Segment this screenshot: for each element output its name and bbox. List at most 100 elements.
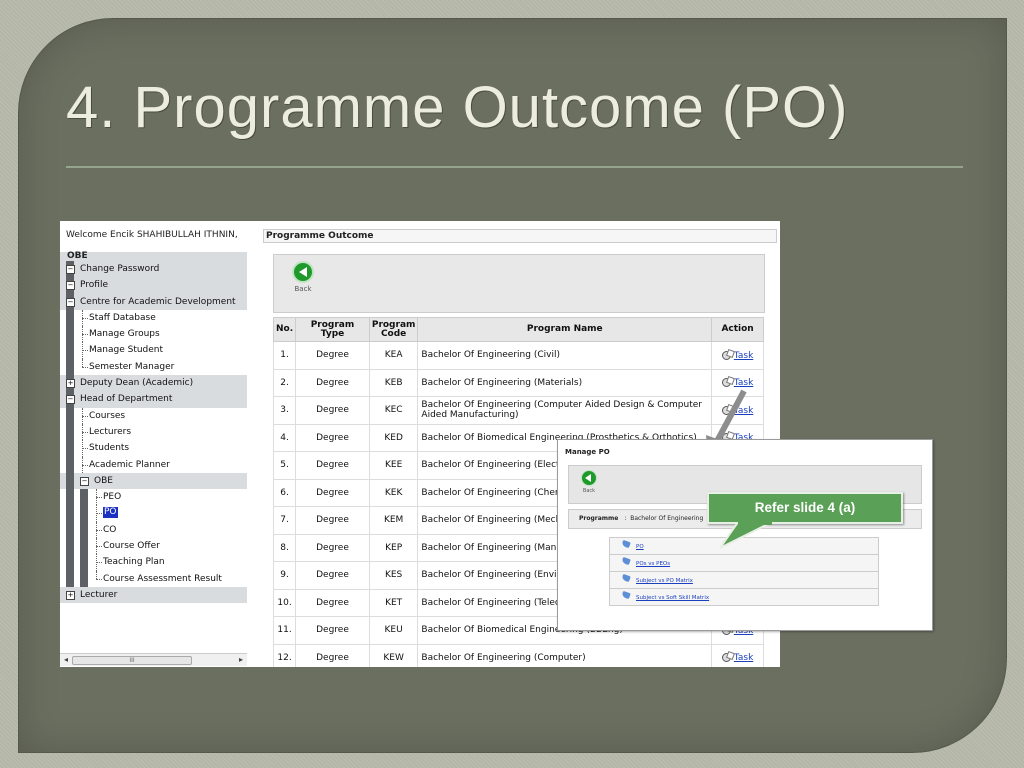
tree-co[interactable]: CO bbox=[60, 521, 247, 539]
scroll-right-icon[interactable]: ▸ bbox=[235, 654, 247, 666]
cell-code: KEW bbox=[368, 643, 419, 667]
task-link[interactable]: Task bbox=[734, 351, 753, 361]
horizontal-scrollbar[interactable]: ◂ III ▸ bbox=[60, 653, 247, 666]
cell-no: 7. bbox=[272, 506, 297, 535]
sidebar: Welcome Encik SHAHIBULLAH ITHNIN, OBE − C… bbox=[60, 221, 248, 667]
tree-courses[interactable]: Courses bbox=[60, 407, 247, 424]
tree-item-label: Teaching Plan bbox=[103, 557, 165, 568]
tree-lecturer[interactable]: + Lecturer bbox=[60, 586, 247, 604]
tree-head-of-department[interactable]: − Head of Department bbox=[60, 391, 247, 408]
cell-type: Degree bbox=[295, 561, 370, 590]
tree-obe[interactable]: − OBE bbox=[60, 472, 247, 490]
tree-gutter bbox=[66, 309, 74, 327]
cell-action: Task bbox=[711, 643, 764, 667]
tree-deputy-dean[interactable]: + Deputy Dean (Academic) bbox=[60, 375, 247, 392]
tree-course-offer[interactable]: Course Offer bbox=[60, 538, 247, 555]
tree-collapse-icon[interactable]: − bbox=[66, 395, 75, 405]
tree-teaching-plan[interactable]: Teaching Plan bbox=[60, 554, 247, 571]
task-icon[interactable] bbox=[721, 350, 732, 360]
cell-code: KEB bbox=[368, 368, 419, 397]
tree-item-label: Course Offer bbox=[103, 541, 160, 552]
link-subject-vs-po-matrix[interactable]: Subject vs PO Matrix bbox=[636, 578, 693, 584]
cell-name: Bachelor Of Engineering (Computer Aided … bbox=[417, 396, 713, 425]
tree-expand-icon[interactable]: + bbox=[66, 590, 75, 600]
tree-line bbox=[96, 546, 102, 548]
tree-item-label: PO bbox=[103, 507, 118, 519]
popup-title: Manage PO bbox=[565, 448, 610, 456]
table-row: 1. Degree KEA Bachelor Of Engineering (Civi… bbox=[272, 341, 764, 370]
tree-collapse-icon[interactable]: − bbox=[66, 281, 75, 291]
table-row: 12. Degree KEW Bachelor Of Engineering (Com… bbox=[272, 643, 764, 667]
back-icon bbox=[292, 261, 314, 283]
tree-item-label: Staff Database bbox=[89, 312, 156, 323]
link-subject-vs-soft-skill-matrix[interactable]: Subject vs Soft Skill Matrix bbox=[636, 595, 709, 601]
link-pos-vs-peos[interactable]: POs vs PEOs bbox=[636, 561, 670, 567]
tree-profile[interactable]: − Profile bbox=[60, 277, 247, 294]
cell-code: KEK bbox=[368, 478, 419, 507]
tree-students[interactable]: Students bbox=[60, 440, 247, 457]
tree-section-obe: OBE bbox=[60, 252, 247, 261]
column-header-name: Program Name bbox=[417, 317, 713, 342]
column-header-type: Program Type bbox=[295, 317, 370, 342]
tree-po[interactable]: PO bbox=[60, 505, 247, 522]
tree-lecturers[interactable]: Lecturers bbox=[60, 423, 247, 441]
title-divider bbox=[66, 166, 963, 168]
tree-item-label: Centre for Academic Development bbox=[80, 296, 236, 307]
tree-line bbox=[96, 529, 102, 531]
tree-peo[interactable]: PEO bbox=[60, 489, 247, 506]
tree-gutter bbox=[66, 456, 74, 473]
table-row: 3. Degree KEC Bachelor Of Engineering (Comp… bbox=[272, 396, 764, 425]
tree-collapse-icon[interactable]: − bbox=[66, 297, 75, 307]
link-po[interactable]: PO bbox=[636, 544, 644, 550]
scroll-thumb[interactable]: III bbox=[72, 656, 192, 665]
tree-staff-database[interactable]: Staff Database bbox=[60, 309, 247, 327]
tree-expand-icon[interactable]: + bbox=[66, 379, 75, 389]
tree-course-assessment-result[interactable]: Course Assessment Result bbox=[60, 570, 247, 587]
tree-collapse-icon[interactable]: − bbox=[80, 476, 89, 486]
tree-collapse-icon[interactable]: − bbox=[66, 265, 75, 274]
list-item: POs vs PEOs bbox=[610, 555, 878, 572]
tree-line bbox=[82, 464, 88, 466]
cell-type: Degree bbox=[295, 588, 370, 617]
navigation-tree: OBE − Change Password − Profile − Centre for … bbox=[60, 252, 247, 604]
popup-back-button[interactable]: Back bbox=[579, 470, 599, 500]
cell-code: KEC bbox=[368, 396, 419, 425]
tree-item-label: Courses bbox=[89, 410, 126, 421]
cell-no: 1. bbox=[272, 341, 297, 370]
cell-type: Degree bbox=[295, 341, 370, 370]
tree-gutter bbox=[66, 554, 74, 571]
tree-gutter bbox=[80, 554, 88, 571]
tree-gutter bbox=[66, 358, 74, 376]
cell-no: 4. bbox=[272, 423, 297, 452]
cell-no: 8. bbox=[272, 533, 297, 562]
list-item: Subject vs Soft Skill Matrix bbox=[610, 589, 878, 605]
task-link[interactable]: Task bbox=[734, 653, 753, 663]
tree-line bbox=[82, 366, 88, 368]
cell-type: Degree bbox=[295, 643, 370, 667]
back-button[interactable]: Back bbox=[288, 261, 318, 301]
column-header-no: No. bbox=[272, 317, 297, 342]
tree-manage-groups[interactable]: Manage Groups bbox=[60, 326, 247, 343]
back-icon bbox=[581, 470, 597, 486]
tree-semester-manager[interactable]: Semester Manager bbox=[60, 358, 247, 376]
tree-gutter bbox=[66, 489, 74, 506]
callout-tail bbox=[720, 522, 773, 549]
tree-gutter bbox=[80, 521, 88, 539]
back-label: Back bbox=[294, 285, 312, 293]
cell-no: 3. bbox=[272, 396, 297, 425]
task-icon[interactable] bbox=[721, 652, 732, 663]
callout-refer-slide: Refer slide 4 (a) bbox=[707, 492, 903, 524]
tree-gutter bbox=[66, 570, 74, 587]
tree-gutter bbox=[66, 326, 74, 343]
tree-item-label: Academic Planner bbox=[89, 459, 170, 470]
tree-academic-planner[interactable]: Academic Planner bbox=[60, 456, 247, 473]
tree-item-label: Students bbox=[89, 443, 130, 454]
tree-manage-student[interactable]: Manage Student bbox=[60, 342, 247, 359]
cell-no: 11. bbox=[272, 616, 297, 645]
tree-centre-academic-development[interactable]: − Centre for Academic Development bbox=[60, 293, 247, 310]
popup-back-label: Back bbox=[582, 488, 596, 494]
cell-no: 12. bbox=[272, 643, 297, 667]
tree-change-password[interactable]: − Change Password bbox=[60, 261, 247, 278]
tree-gutter bbox=[80, 538, 88, 555]
scroll-left-icon[interactable]: ◂ bbox=[60, 654, 72, 666]
